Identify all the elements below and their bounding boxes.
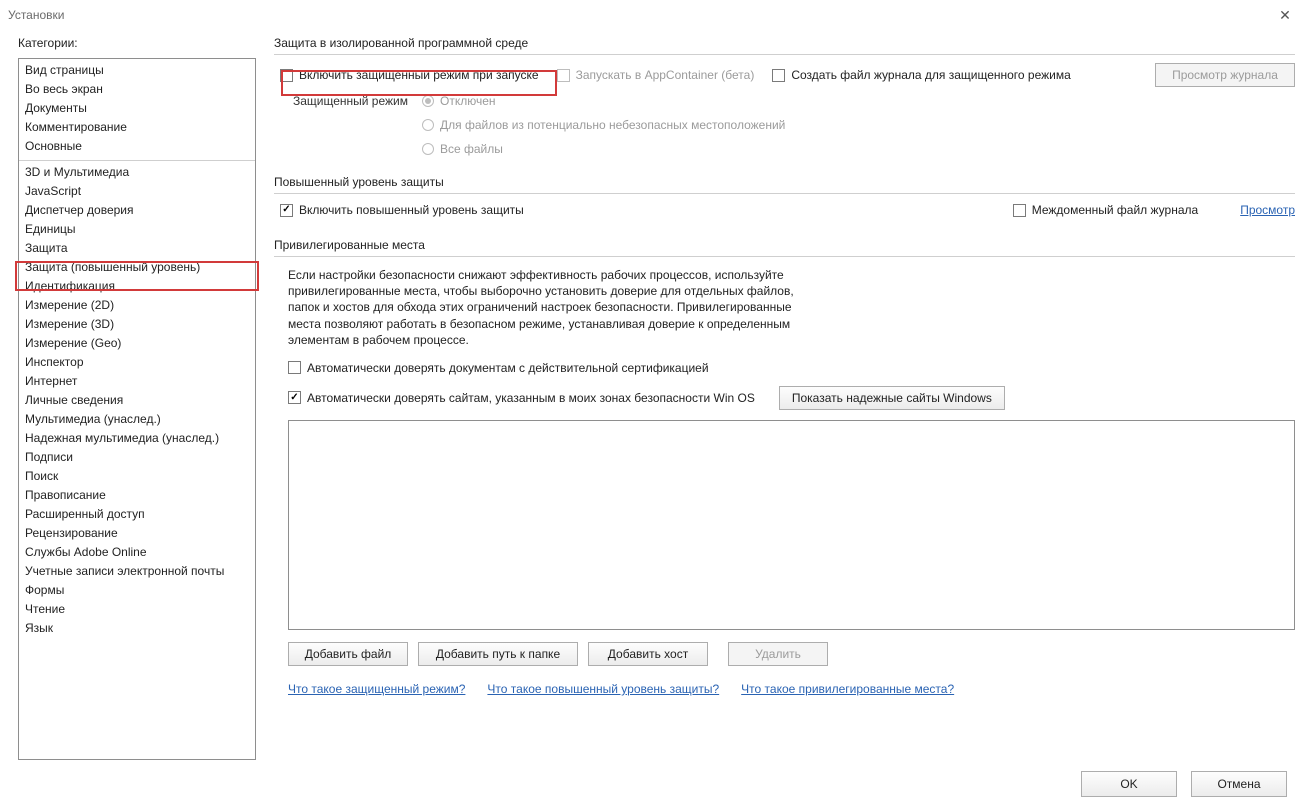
categories-label: Категории: (18, 36, 256, 50)
category-item[interactable]: Измерение (2D) (19, 296, 255, 315)
category-item[interactable]: Основные (19, 137, 255, 156)
radio-label: Все файлы (440, 141, 503, 157)
checkbox-crossdomain-log[interactable]: Междоменный файл журнала (1013, 202, 1198, 218)
cancel-button[interactable]: Отмена (1191, 771, 1287, 797)
category-item[interactable]: Идентификация (19, 277, 255, 296)
categories-listbox[interactable]: Вид страницы Во весь экран Документы Ком… (18, 58, 256, 760)
radio-label: Для файлов из потенциально небезопасных … (440, 117, 785, 133)
checkbox-label: Создать файл журнала для защищенного реж… (791, 67, 1070, 83)
category-item[interactable]: Поиск (19, 467, 255, 486)
checkbox-label: Междоменный файл журнала (1032, 202, 1198, 218)
category-item[interactable]: Подписи (19, 448, 255, 467)
radio-protected-off: Отключен (422, 93, 785, 109)
add-host-button[interactable]: Добавить хост (588, 642, 708, 666)
titlebar: Установки ✕ (0, 0, 1313, 30)
category-item[interactable]: Измерение (Geo) (19, 334, 255, 353)
checkbox-run-appcontainer: Запускать в AppContainer (бета) (557, 67, 755, 83)
checkbox-label: Автоматически доверять документам с дейс… (307, 360, 709, 376)
category-item-security-enhanced[interactable]: Защита (повышенный уровень) (19, 258, 255, 277)
category-item[interactable]: Документы (19, 99, 255, 118)
category-item[interactable]: Чтение (19, 600, 255, 619)
help-link-enhanced-security[interactable]: Что такое повышенный уровень защиты? (487, 682, 719, 696)
category-item[interactable]: Защита (19, 239, 255, 258)
radio-label: Отключен (440, 93, 496, 109)
checkbox-enable-protected-mode[interactable]: Включить защищенный режим при запуске (280, 67, 539, 83)
category-item[interactable]: Учетные записи электронной почты (19, 562, 255, 581)
category-item[interactable]: JavaScript (19, 182, 255, 201)
dialog-footer: OK Отмена (0, 760, 1313, 808)
checkbox-label: Включить защищенный режим при запуске (299, 67, 539, 83)
add-folder-path-button[interactable]: Добавить путь к папке (418, 642, 578, 666)
checkbox-auto-trust-winzones[interactable]: Автоматически доверять сайтам, указанным… (288, 390, 755, 406)
checkbox-enable-enhanced-security[interactable]: Включить повышенный уровень защиты (280, 202, 524, 218)
category-item[interactable]: Мультимедиа (унаслед.) (19, 410, 255, 429)
section-title-sandbox: Защита в изолированной программной среде (274, 36, 1295, 55)
radio-protected-all-files: Все файлы (422, 141, 785, 157)
category-item[interactable]: Инспектор (19, 353, 255, 372)
category-item[interactable]: Службы Adobe Online (19, 543, 255, 562)
add-file-button[interactable]: Добавить файл (288, 642, 408, 666)
category-item[interactable]: Формы (19, 581, 255, 600)
protected-mode-label: Защищенный режим (280, 93, 408, 108)
view-log-button: Просмотр журнала (1155, 63, 1295, 87)
category-item[interactable]: Расширенный доступ (19, 505, 255, 524)
category-item[interactable]: Язык (19, 619, 255, 638)
checkbox-create-protected-log[interactable]: Создать файл журнала для защищенного реж… (772, 67, 1070, 83)
category-item[interactable]: Диспетчер доверия (19, 201, 255, 220)
checkbox-label: Запускать в AppContainer (бета) (576, 67, 755, 83)
category-item[interactable]: Единицы (19, 220, 255, 239)
category-item[interactable]: Рецензирование (19, 524, 255, 543)
category-item[interactable]: Во весь экран (19, 80, 255, 99)
category-item[interactable]: Личные сведения (19, 391, 255, 410)
category-item[interactable]: Вид страницы (19, 61, 255, 80)
section-title-enhanced: Повышенный уровень защиты (274, 175, 1295, 194)
checkbox-label: Включить повышенный уровень защиты (299, 202, 524, 218)
category-item[interactable]: Правописание (19, 486, 255, 505)
checkbox-label: Автоматически доверять сайтам, указанным… (307, 390, 755, 406)
ok-button[interactable]: OK (1081, 771, 1177, 797)
help-link-protected-mode[interactable]: Что такое защищенный режим? (288, 682, 465, 696)
checkbox-auto-trust-certified[interactable]: Автоматически доверять документам с дейс… (288, 360, 709, 376)
delete-button: Удалить (728, 642, 828, 666)
view-crossdomain-log-link[interactable]: Просмотр (1240, 203, 1295, 217)
category-item[interactable]: Интернет (19, 372, 255, 391)
category-item[interactable]: Надежная мультимедиа (унаслед.) (19, 429, 255, 448)
close-icon[interactable]: ✕ (1265, 7, 1305, 24)
privileged-help-text: Если настройки безопасности снижают эффе… (288, 267, 808, 348)
category-item[interactable]: 3D и Мультимедиа (19, 163, 255, 182)
help-link-privileged-locations[interactable]: Что такое привилегированные места? (741, 682, 954, 696)
section-title-privileged: Привилегированные места (274, 238, 1295, 257)
radio-protected-unsafe-locations: Для файлов из потенциально небезопасных … (422, 117, 785, 133)
privileged-locations-list[interactable] (288, 420, 1295, 630)
category-item[interactable]: Измерение (3D) (19, 315, 255, 334)
show-trusted-sites-button[interactable]: Показать надежные сайты Windows (779, 386, 1005, 410)
category-item[interactable]: Комментирование (19, 118, 255, 137)
window-title: Установки (8, 8, 1265, 22)
